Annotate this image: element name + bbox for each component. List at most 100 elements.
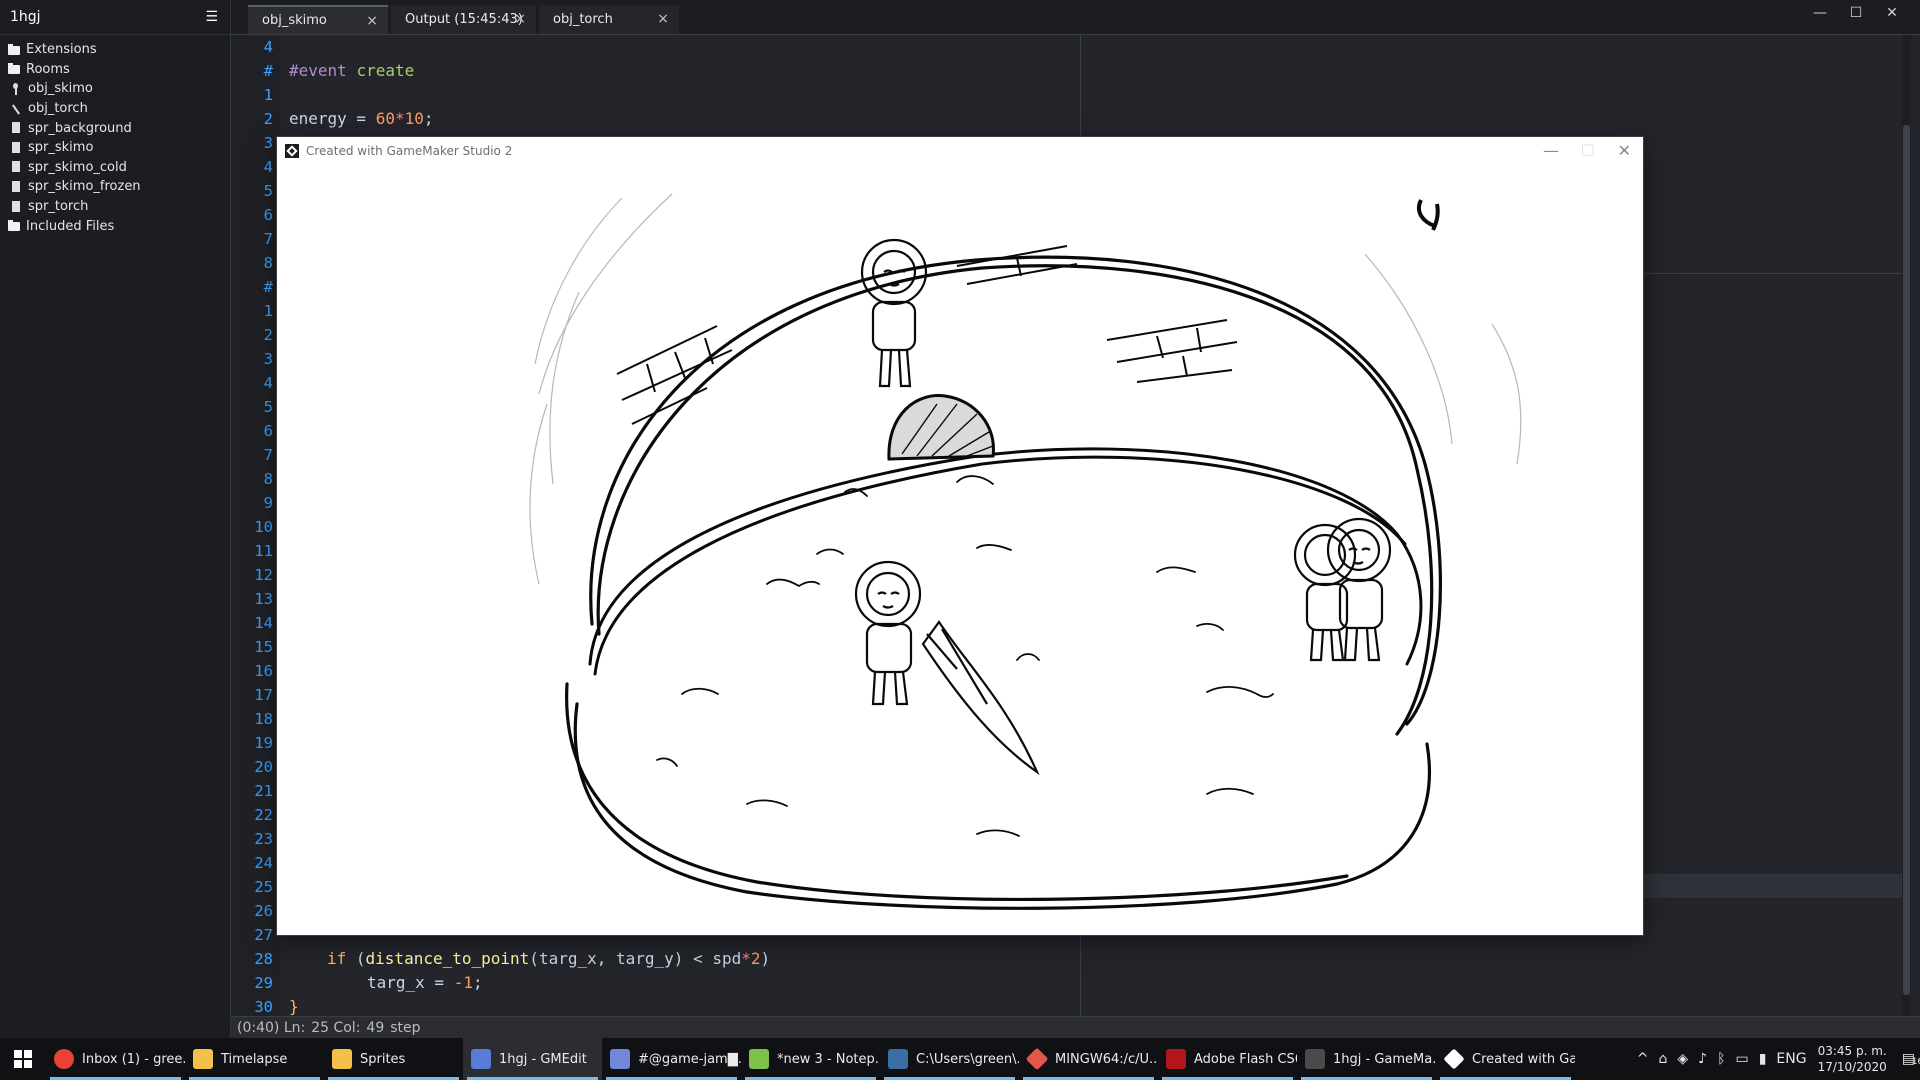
- taskbar-flash[interactable]: Adobe Flash CS6: [1158, 1038, 1297, 1080]
- line-number: 8: [263, 254, 273, 272]
- file-icon: [10, 180, 22, 193]
- code-line-energy: energy = 60*10;: [289, 109, 434, 128]
- line-number: 4: [263, 158, 273, 176]
- code-line-28: if (distance_to_point(targ_x, targ_y) < …: [327, 949, 771, 968]
- line-number: 11: [254, 542, 273, 560]
- resource-tree: Extensions Rooms obj_skimo obj_torch spr…: [0, 35, 230, 236]
- tab-output[interactable]: Output (15:45:43) ×: [391, 5, 536, 34]
- line-number: #: [263, 62, 273, 80]
- line-number: 29: [254, 974, 273, 992]
- taskbar-game-runner[interactable]: Created with Ga...: [1436, 1038, 1575, 1080]
- close-icon[interactable]: ×: [657, 11, 669, 27]
- status-position: (0:40) Ln:: [237, 1019, 306, 1036]
- status-event[interactable]: step: [390, 1020, 420, 1036]
- line-number: 13: [254, 590, 273, 608]
- line-number: 15: [254, 638, 273, 656]
- tree-item-obj-torch[interactable]: obj_torch: [0, 99, 230, 119]
- code-line-event: #event create: [289, 61, 415, 80]
- line-number: 4: [263, 38, 273, 56]
- folder-icon: [8, 43, 20, 56]
- network-icon[interactable]: ⌂: [1658, 1051, 1667, 1067]
- taskbar-notepad[interactable]: *new 3 - Notep...: [741, 1038, 880, 1080]
- tree-item-spr-skimo[interactable]: spr_skimo: [0, 138, 230, 158]
- game-window-titlebar[interactable]: Created with GameMaker Studio 2 — ☐ ✕: [277, 137, 1643, 164]
- maximize-icon[interactable]: ☐: [1581, 141, 1595, 160]
- gamemaker-logo-icon: [285, 143, 299, 158]
- chevron-up-icon[interactable]: ^: [1637, 1051, 1649, 1067]
- taskbar-cmd[interactable]: C:\Users\green\...: [880, 1038, 1019, 1080]
- scrollbar-thumb[interactable]: [1903, 125, 1910, 995]
- close-icon[interactable]: ×: [366, 13, 378, 29]
- notepad-icon: [749, 1049, 769, 1069]
- folder-icon: [8, 63, 20, 75]
- flash-icon: [1166, 1049, 1186, 1069]
- tree-item-extensions[interactable]: Extensions: [0, 40, 230, 60]
- taskbar-discord[interactable]: #@game-jam▇...: [602, 1038, 741, 1080]
- close-icon[interactable]: ×: [514, 11, 526, 27]
- minimize-icon[interactable]: —: [1543, 141, 1559, 160]
- line-number: 24: [254, 854, 273, 872]
- line-number: 4: [263, 374, 273, 392]
- vertical-scrollbar[interactable]: [1902, 35, 1911, 1016]
- status-line: 25 Col:: [311, 1019, 361, 1036]
- folder-icon: [193, 1049, 213, 1069]
- line-number: 26: [254, 902, 273, 920]
- game-window[interactable]: Created with GameMaker Studio 2 — ☐ ✕: [277, 137, 1643, 935]
- line-number: 1: [263, 86, 273, 104]
- window-close-icon[interactable]: ✕: [1874, 0, 1910, 26]
- chrome-icon: [54, 1049, 74, 1069]
- menu-icon[interactable]: ☰: [205, 9, 218, 25]
- close-icon[interactable]: ✕: [1618, 141, 1631, 160]
- status-col: 49: [366, 1019, 385, 1036]
- git-icon: [1025, 1047, 1049, 1071]
- tree-item-spr-skimo-cold[interactable]: spr_skimo_cold: [0, 158, 230, 178]
- tree-item-spr-background[interactable]: spr_background: [0, 118, 230, 138]
- tab-obj-skimo[interactable]: obj_skimo ×: [248, 5, 388, 34]
- line-number: 17: [254, 686, 273, 704]
- gamemaker-runner-icon: [1443, 1048, 1465, 1070]
- line-number: 8: [263, 470, 273, 488]
- line-number: 2: [263, 326, 273, 344]
- taskbar-timelapse[interactable]: Timelapse: [185, 1038, 324, 1080]
- maximize-icon[interactable]: ☐: [1838, 0, 1874, 26]
- line-number: 20: [254, 758, 273, 776]
- gamemaker-icon: [1305, 1049, 1325, 1069]
- tree-item-included-files[interactable]: Included Files: [0, 216, 230, 236]
- language-indicator[interactable]: ENG: [1776, 1051, 1806, 1067]
- taskbar-gmedit[interactable]: 1hgj - GMEdit: [463, 1038, 602, 1080]
- battery-icon[interactable]: ▮: [1759, 1051, 1767, 1067]
- line-number: 3: [263, 350, 273, 368]
- system-tray: ^ ⌂ ◈ ♪ ᛒ ▭ ▮ ENG 03:45 p. m. 17/10/2020…: [1632, 1038, 1920, 1080]
- minimize-icon[interactable]: —: [1802, 0, 1838, 26]
- tree-item-obj-skimo[interactable]: obj_skimo: [0, 79, 230, 99]
- tree-item-spr-torch[interactable]: spr_torch: [0, 197, 230, 217]
- bluetooth-icon[interactable]: ᛒ: [1717, 1051, 1725, 1067]
- volume-icon[interactable]: ♪: [1698, 1051, 1707, 1067]
- display-icon[interactable]: ▭: [1735, 1051, 1748, 1067]
- status-bar: (0:40) Ln: 25 Col: 49 step: [231, 1016, 1920, 1038]
- game-canvas[interactable]: [277, 164, 1643, 935]
- line-number: 21: [254, 782, 273, 800]
- gamepad-icon[interactable]: ◈: [1677, 1051, 1688, 1067]
- tree-item-spr-skimo-frozen[interactable]: spr_skimo_frozen: [0, 177, 230, 197]
- taskbar-chrome[interactable]: Inbox (1) - gree...: [46, 1038, 185, 1080]
- folder-icon: [332, 1049, 352, 1069]
- taskbar-sprites[interactable]: Sprites: [324, 1038, 463, 1080]
- taskbar: Inbox (1) - gree... Timelapse Sprites 1h…: [0, 1038, 1920, 1080]
- line-number: 25: [254, 878, 273, 896]
- notification-icon[interactable]: ▤16: [1902, 1051, 1920, 1067]
- sidebar-header: 1hgj ☰: [0, 0, 230, 35]
- file-icon: [10, 122, 22, 134]
- clock-time: 03:45 p. m.: [1817, 1044, 1887, 1058]
- taskbar-mingw[interactable]: MINGW64:/c/U...: [1019, 1038, 1158, 1080]
- windows-start-icon[interactable]: [0, 1038, 46, 1080]
- torch-icon: [10, 103, 22, 115]
- line-number: 5: [263, 182, 273, 200]
- clock[interactable]: 03:45 p. m. 17/10/2020: [1818, 1043, 1887, 1075]
- tree-item-rooms[interactable]: Rooms: [0, 60, 230, 80]
- tab-obj-torch[interactable]: obj_torch ×: [539, 5, 679, 34]
- game-window-title: Created with GameMaker Studio 2: [306, 143, 513, 158]
- taskbar-gamemaker[interactable]: 1hgj - GameMa...: [1297, 1038, 1436, 1080]
- line-number: 2: [263, 110, 273, 128]
- code-line-29: targ_x = -1;: [367, 973, 483, 992]
